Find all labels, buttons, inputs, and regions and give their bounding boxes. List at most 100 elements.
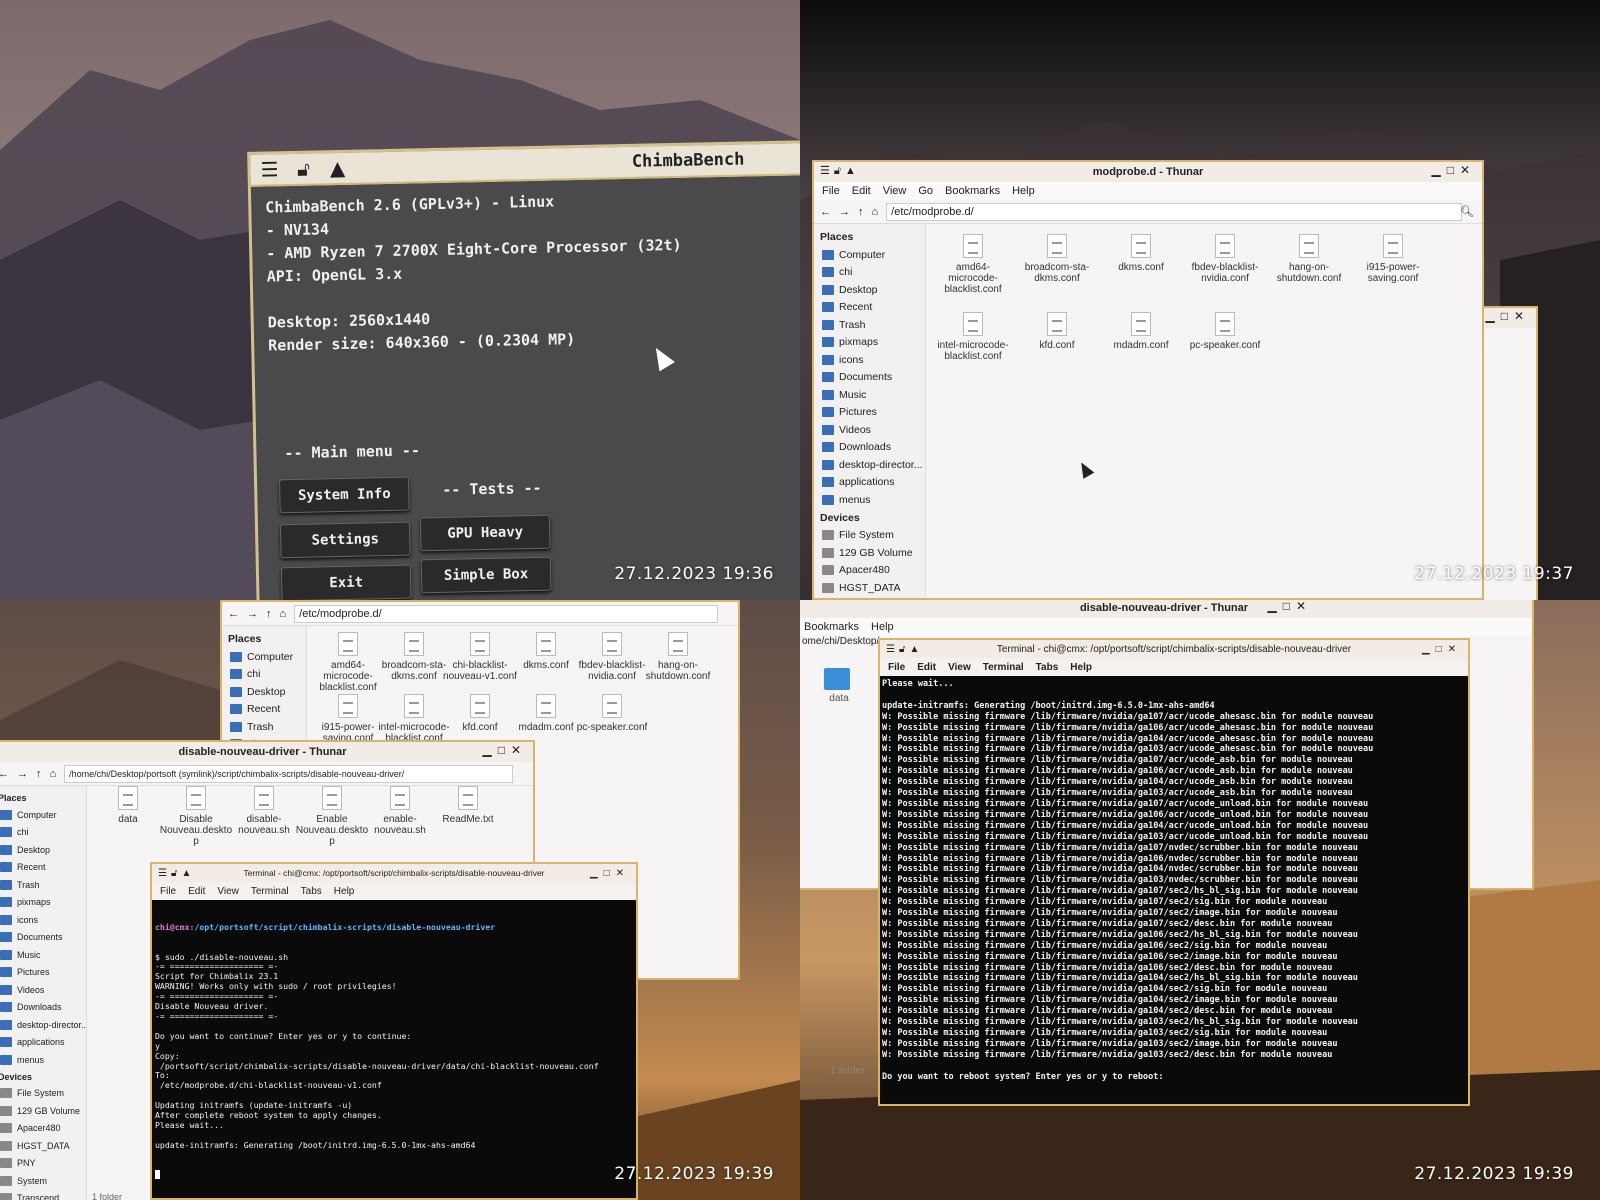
sidebar-item[interactable]: applications (814, 474, 925, 492)
file-item[interactable]: hang-on-shutdown.conf (638, 632, 718, 682)
sidebar-device[interactable]: Transcend (0, 1190, 86, 1200)
forward-icon[interactable]: → (247, 608, 258, 620)
file-item[interactable]: pc-speaker.conf (1185, 312, 1265, 351)
sidebar-item[interactable]: icons (814, 351, 925, 369)
home-icon[interactable]: ⌂ (50, 768, 57, 780)
sidebar-item[interactable]: Videos (0, 981, 86, 999)
sidebar-item[interactable]: desktop-director... (0, 1016, 86, 1034)
sidebar-item[interactable]: Computer (0, 806, 86, 824)
sidebar-item[interactable]: menus (0, 1051, 86, 1069)
menu-item-tabs[interactable]: Tabs (1036, 662, 1059, 673)
system-info-button[interactable]: System Info (279, 476, 410, 514)
titlebar-left-icons[interactable]: ☰🔓︎▲ (886, 644, 923, 655)
sidebar-item[interactable]: Music (0, 946, 86, 964)
menu-item-file[interactable]: File (822, 185, 840, 197)
sidebar-device[interactable]: 129 GB Volume (814, 544, 925, 562)
path-input[interactable]: /home/chi/Desktop/portsoft (symlink)/scr… (64, 764, 513, 783)
menu-item-file[interactable]: File (160, 886, 176, 897)
file-item[interactable]: fbdev-blacklist-nvidia.conf (1185, 234, 1265, 284)
sidebar-device[interactable]: 129 GB Volume (0, 1102, 86, 1120)
search-icon[interactable]: 🔍︎ (1460, 205, 1474, 218)
sidebar-item[interactable]: chi (222, 666, 306, 684)
menu-item-bookmarks[interactable]: Bookmarks (945, 185, 1000, 197)
simple-box-button[interactable]: Simple Box (420, 556, 552, 594)
sidebar-item[interactable]: Downloads (814, 439, 925, 457)
up-icon[interactable]: ↑ (858, 206, 864, 218)
lock-icon[interactable]: 🔓︎ (292, 157, 314, 181)
window-controls[interactable]: ▁□✕ (482, 743, 527, 757)
sidebar-item[interactable]: Recent (222, 701, 306, 719)
menu-item-help[interactable]: Help (871, 621, 894, 633)
sidebar-item[interactable]: Pictures (0, 964, 86, 982)
path-input[interactable]: /etc/modprobe.d/ (886, 202, 1462, 221)
back-icon[interactable]: ← (820, 206, 831, 218)
sidebar-device[interactable]: System (0, 1172, 86, 1190)
file-item[interactable]: pc-speaker.conf (572, 694, 652, 733)
sidebar-item[interactable]: chi (0, 824, 86, 842)
titlebar-left-icons[interactable]: ☰🔓︎▲ (820, 164, 860, 178)
file-item[interactable]: mdadm.conf (1101, 312, 1181, 351)
up-icon[interactable]: ↑ (36, 768, 42, 780)
file-item[interactable]: hang-on-shutdown.conf (1269, 234, 1349, 284)
menu-item-tabs[interactable]: Tabs (301, 886, 322, 897)
path-input[interactable]: /etc/modprobe.d/ (294, 604, 718, 623)
sidebar-device[interactable]: PNY (0, 1155, 86, 1173)
menu-item-edit[interactable]: Edit (917, 662, 936, 673)
folder-item[interactable]: data (824, 668, 854, 704)
sidebar-item[interactable]: Desktop (814, 281, 925, 299)
sidebar-item[interactable]: Desktop (0, 841, 86, 859)
file-item[interactable]: i915-power-saving.conf (1353, 234, 1433, 284)
sidebar-item[interactable]: Recent (814, 299, 925, 317)
sidebar-item[interactable]: Documents (814, 369, 925, 387)
back-icon[interactable]: ← (228, 608, 239, 620)
window-controls[interactable]: ▁□✕ (1485, 309, 1530, 323)
sidebar-item[interactable]: Trash (0, 876, 86, 894)
file-item[interactable]: broadcom-sta-dkms.conf (1017, 234, 1097, 284)
file-item[interactable]: amd64-microcode-blacklist.conf (933, 234, 1013, 295)
sidebar-item[interactable]: Computer (222, 648, 306, 666)
window-controls[interactable]: ▁□✕ (590, 868, 630, 879)
menu-item-view[interactable]: View (883, 185, 907, 197)
sidebar-device[interactable]: Apacer480 (0, 1120, 86, 1138)
menu-item-help[interactable]: Help (1012, 185, 1035, 197)
menu-item-help[interactable]: Help (334, 886, 355, 897)
menu-item-edit[interactable]: Edit (188, 886, 205, 897)
sidebar-device[interactable]: HGST_DATA (0, 1137, 86, 1155)
terminal-output[interactable]: Please wait... update-initramfs: Generat… (880, 676, 1468, 1086)
terminal-output[interactable]: chi@cmx:/opt/portsoft/script/chimbalix-s… (152, 900, 636, 1200)
up-icon[interactable]: ↑ (266, 608, 272, 620)
exit-button[interactable]: Exit (280, 564, 412, 600)
settings-button[interactable]: Settings (279, 521, 411, 559)
menu-item-edit[interactable]: Edit (852, 185, 871, 197)
sidebar-item[interactable]: pixmaps (0, 894, 86, 912)
sidebar-device[interactable]: HGST_DATA (814, 579, 925, 597)
window-controls[interactable]: ▁□✕ (1422, 644, 1462, 655)
hamburger-menu-icon[interactable]: ☰ (258, 157, 280, 181)
sidebar-item[interactable]: Computer (814, 246, 925, 264)
sidebar-item[interactable]: desktop-director... (814, 456, 925, 474)
menu-item-file[interactable]: File (888, 662, 905, 673)
sidebar-item[interactable]: Trash (814, 316, 925, 334)
home-icon[interactable]: ⌂ (872, 206, 879, 218)
sidebar-item[interactable]: Videos (814, 421, 925, 439)
sidebar-item[interactable]: menus (814, 491, 925, 509)
file-item[interactable]: ReadMe.txt (428, 786, 508, 825)
chevron-up-icon[interactable]: ▲ (326, 156, 348, 180)
home-icon[interactable]: ⌂ (280, 608, 287, 620)
menu-item-help[interactable]: Help (1070, 662, 1092, 673)
window-controls[interactable]: ▁□✕ (1267, 600, 1312, 613)
back-icon[interactable]: ← (0, 768, 9, 780)
gpu-heavy-button[interactable]: GPU Heavy (419, 514, 551, 552)
sidebar-item[interactable]: Trash (222, 718, 306, 736)
window-controls[interactable]: ▁□✕ (1431, 163, 1476, 177)
file-item[interactable]: dkms.conf (1101, 234, 1181, 273)
sidebar-device[interactable]: Apacer480 (814, 562, 925, 580)
menu-item-terminal[interactable]: Terminal (251, 886, 289, 897)
menu-item-terminal[interactable]: Terminal (983, 662, 1024, 673)
sidebar-item[interactable]: Documents (0, 929, 86, 947)
sidebar-item[interactable]: Music (814, 386, 925, 404)
file-item[interactable]: intel-microcode-blacklist.conf (933, 312, 1013, 362)
forward-icon[interactable]: → (839, 206, 850, 218)
menu-item-view[interactable]: View (217, 886, 239, 897)
sidebar-device[interactable]: PNY (814, 597, 925, 599)
